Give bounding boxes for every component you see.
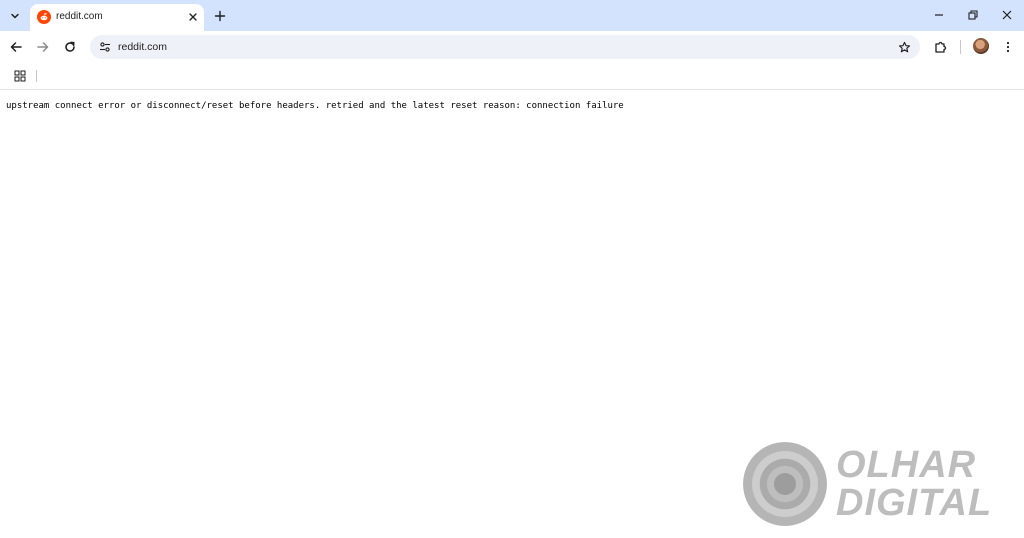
restore-icon — [968, 10, 978, 20]
browser-menu-button[interactable] — [997, 36, 1019, 58]
kebab-menu-icon — [1006, 41, 1010, 53]
arrow-right-icon — [37, 42, 49, 52]
minimize-icon — [935, 14, 943, 16]
address-bar[interactable]: reddit.com — [90, 35, 920, 59]
watermark-line-1: OLHAR — [836, 444, 977, 486]
bookmarks-bar — [0, 63, 1024, 90]
star-icon — [898, 41, 910, 52]
puzzle-icon — [935, 41, 947, 53]
back-button[interactable] — [5, 36, 27, 58]
site-info-button[interactable] — [97, 39, 113, 55]
forward-button[interactable] — [32, 36, 54, 58]
bookmark-star-button[interactable] — [895, 38, 913, 56]
avatar[interactable] — [973, 38, 989, 54]
watermark-line-2: DIGITAL — [836, 482, 993, 524]
toolbar-divider — [960, 40, 961, 54]
reload-button[interactable] — [59, 36, 81, 58]
extensions-button[interactable] — [930, 36, 952, 58]
new-tab-button[interactable] — [210, 6, 230, 26]
close-window-button[interactable] — [995, 4, 1019, 26]
tab-search-button[interactable] — [5, 6, 25, 26]
reddit-icon — [37, 10, 51, 24]
browser-toolbar: reddit.com — [0, 31, 1024, 63]
tab-strip: reddit.com — [0, 0, 1024, 31]
arrow-left-icon — [10, 42, 22, 52]
chevron-down-icon — [11, 13, 19, 19]
watermark-text: OLHAR DIGITAL — [836, 446, 1016, 522]
apps-button[interactable] — [11, 67, 29, 85]
tab-close-button[interactable] — [184, 8, 202, 26]
reload-icon — [65, 41, 75, 52]
tab-title: reddit.com — [56, 11, 103, 22]
apps-grid-icon — [14, 70, 26, 82]
restore-button[interactable] — [961, 4, 985, 26]
bookmarks-divider — [36, 70, 37, 82]
error-message: upstream connect error or disconnect/res… — [6, 101, 624, 111]
plus-icon — [214, 10, 226, 22]
tune-icon — [100, 42, 110, 52]
close-icon — [1002, 10, 1012, 20]
minimize-button[interactable] — [927, 4, 951, 26]
watermark-logo-icon — [743, 442, 827, 526]
close-icon — [189, 13, 197, 21]
url-text: reddit.com — [118, 41, 168, 53]
tab-reddit[interactable]: reddit.com — [30, 4, 204, 31]
